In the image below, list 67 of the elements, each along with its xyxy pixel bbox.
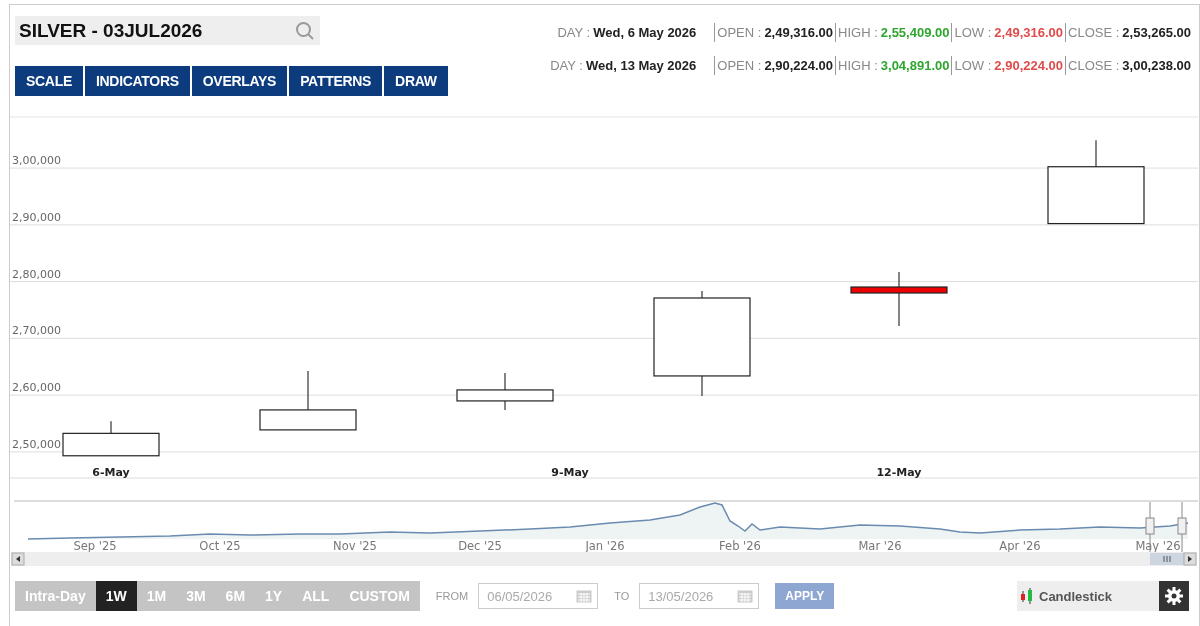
toolbar-button[interactable]: OVERLAYS (191, 66, 288, 96)
quote-label: LOW : (954, 25, 992, 40)
from-date-field[interactable]: 06/05/2026 (478, 583, 599, 609)
quote-value: 3,04,891.00 (880, 58, 950, 73)
apply-button[interactable]: APPLY (775, 583, 835, 609)
toolbar-button[interactable]: INDICATORS (84, 66, 190, 96)
quote-value: 3,00,238.00 (1122, 58, 1191, 73)
quote-value: 2,90,224.00 (764, 58, 834, 73)
navigator-month-label: Feb '26 (719, 539, 761, 553)
quote-label: CLOSE : (1068, 25, 1120, 40)
scroll-right-button[interactable] (1183, 552, 1197, 566)
quote-label: OPEN : (717, 58, 762, 73)
quote-value: 2,90,224.00 (994, 58, 1063, 73)
quote-label: HIGH : (838, 58, 878, 73)
period-tab[interactable]: 1W (95, 581, 137, 611)
y-axis-label: 2,50,000 (12, 437, 61, 451)
settings-button[interactable] (1159, 581, 1189, 611)
quote-label: DAY : (557, 25, 591, 40)
navigator-month-label: Oct '25 (199, 539, 241, 553)
navigator-month-label: May '26 (1135, 539, 1181, 553)
period-tab[interactable]: 1Y (255, 581, 293, 611)
x-axis-label: 9-May (551, 466, 589, 479)
to-date-field[interactable]: 13/05/2026 (639, 583, 760, 609)
x-axis-label: 6-May (92, 466, 130, 479)
quote-value: 2,55,409.00 (880, 25, 950, 40)
from-label: FROM (435, 590, 469, 602)
x-axis-label: 12-May (876, 466, 922, 479)
navigator-month-label: Mar '26 (858, 539, 902, 553)
y-axis-label: 2,60,000 (12, 381, 61, 395)
navigator-month-label: Nov '25 (333, 539, 377, 553)
calendar-icon (737, 589, 754, 603)
to-label: TO (614, 590, 630, 602)
period-tab[interactable]: 3M (176, 581, 216, 611)
quote-value: 2,49,316.00 (764, 25, 834, 40)
navigator-month-label: Dec '25 (458, 539, 502, 553)
symbol-search-field[interactable]: SILVER - 03JUL2026 (15, 16, 320, 45)
quote-value: Wed, 13 May 2026 (585, 58, 697, 73)
y-axis-label: 3,00,000 (12, 154, 61, 168)
candlestick-icon (1020, 587, 1034, 605)
quote-label: LOW : (954, 58, 992, 73)
quote-label: DAY : (550, 58, 583, 73)
navigator-month-label: Apr '26 (999, 539, 1041, 553)
quote-value: 2,53,265.00 (1122, 25, 1191, 40)
navigator-month-label: Jan '26 (585, 539, 625, 553)
navigator-month-label: Sep '25 (73, 539, 117, 553)
period-tab[interactable]: Intra-Day (15, 581, 96, 611)
quote-value: Wed, 6 May 2026 (593, 25, 697, 40)
search-icon (295, 20, 315, 41)
quote-value: 2,49,316.00 (994, 25, 1063, 40)
y-axis-label: 2,90,000 (12, 210, 61, 224)
y-axis-label: 2,80,000 (12, 267, 61, 281)
quote-label: OPEN : (717, 25, 762, 40)
calendar-icon (576, 589, 593, 603)
quote-label: CLOSE : (1068, 58, 1120, 73)
period-tab[interactable]: 6M (215, 581, 256, 611)
toolbar-button[interactable]: DRAW (384, 66, 448, 96)
y-axis-label: 2,70,000 (12, 324, 61, 338)
settings-icon (1164, 586, 1184, 606)
scroll-thumb[interactable] (1150, 553, 1184, 565)
toolbar-button[interactable]: SCALE (15, 66, 83, 96)
period-tab[interactable]: ALL (292, 581, 340, 611)
chart-type-dropdown[interactable]: Candlestick (1017, 581, 1159, 611)
scroll-left-button[interactable] (11, 552, 25, 566)
period-tab[interactable]: CUSTOM (339, 581, 420, 611)
toolbar-button[interactable]: PATTERNS (289, 66, 383, 96)
quote-label: HIGH : (838, 25, 878, 40)
period-tab[interactable]: 1M (136, 581, 177, 611)
